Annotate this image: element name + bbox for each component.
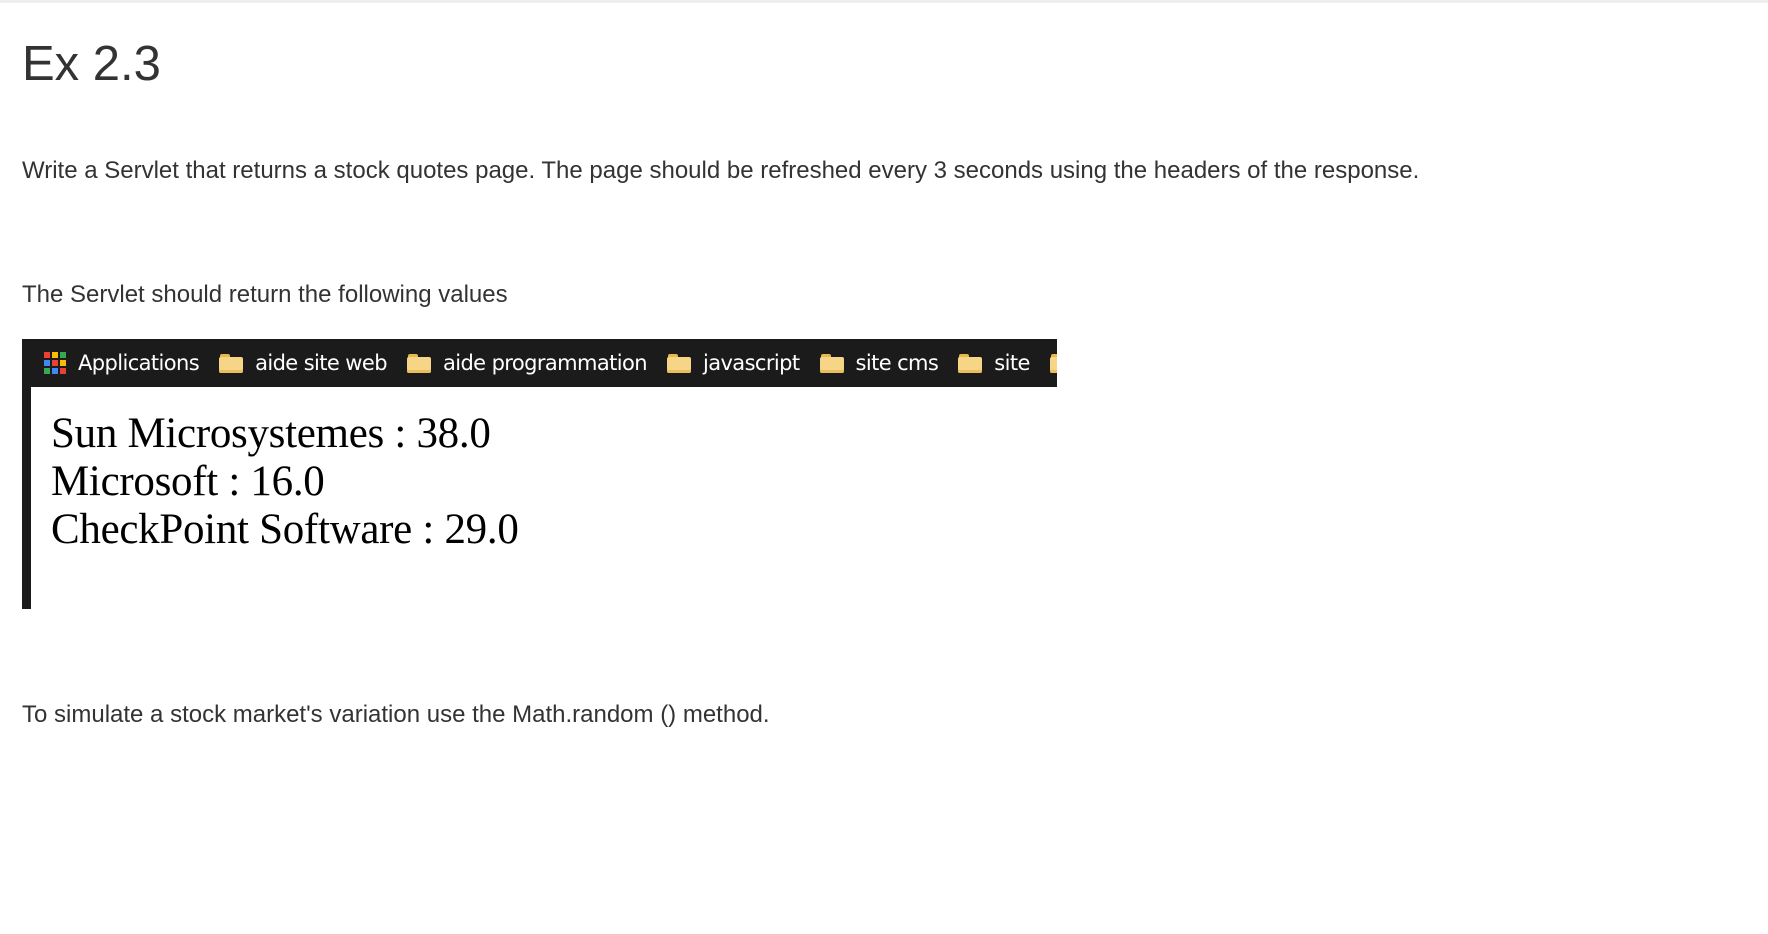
bookmarks-bar: Applications aide site web aide programm… <box>22 339 1057 387</box>
folder-icon <box>406 354 431 373</box>
exercise-hint: To simulate a stock market's variation u… <box>22 701 770 728</box>
bookmark-label: javascript <box>702 351 800 375</box>
exercise-description: Write a Servlet that returns a stock quo… <box>22 157 1420 184</box>
stock-quote-line: Microsoft : 16.0 <box>51 458 325 505</box>
bookmark-aide-programmation[interactable]: aide programmation <box>406 351 648 375</box>
bookmark-overflow-folder[interactable] <box>1049 354 1057 373</box>
bookmark-aide-site-web[interactable]: aide site web <box>219 351 388 375</box>
bookmark-label: Applications <box>78 351 200 375</box>
bookmark-javascript[interactable]: javascript <box>666 351 800 375</box>
bookmark-label: aide programmation <box>442 351 648 375</box>
stock-quotes-list: Sun Microsystemes : 38.0 Microsoft : 16.… <box>51 410 519 554</box>
folder-icon <box>819 354 844 373</box>
bookmark-applications[interactable]: Applications <box>22 351 200 375</box>
exercise-intro: The Servlet should return the following … <box>22 281 508 308</box>
apps-grid-icon <box>44 352 66 374</box>
bookmark-site-cms[interactable]: site cms <box>819 351 939 375</box>
stock-quotes-screenshot: Applications aide site web aide programm… <box>22 339 1057 609</box>
top-divider <box>0 0 1768 3</box>
folder-icon <box>666 354 691 373</box>
bookmark-label: site <box>994 351 1030 375</box>
bookmark-site[interactable]: site <box>958 351 1030 375</box>
folder-icon <box>958 354 983 373</box>
folder-icon <box>219 354 244 373</box>
stock-quote-line: CheckPoint Software : 29.0 <box>51 506 519 553</box>
exercise-title: Ex 2.3 <box>22 37 161 91</box>
bookmark-label: aide site web <box>255 351 387 375</box>
stock-quote-line: Sun Microsystemes : 38.0 <box>51 410 491 457</box>
bookmark-label: site cms <box>855 351 939 375</box>
folder-icon <box>1049 354 1057 373</box>
